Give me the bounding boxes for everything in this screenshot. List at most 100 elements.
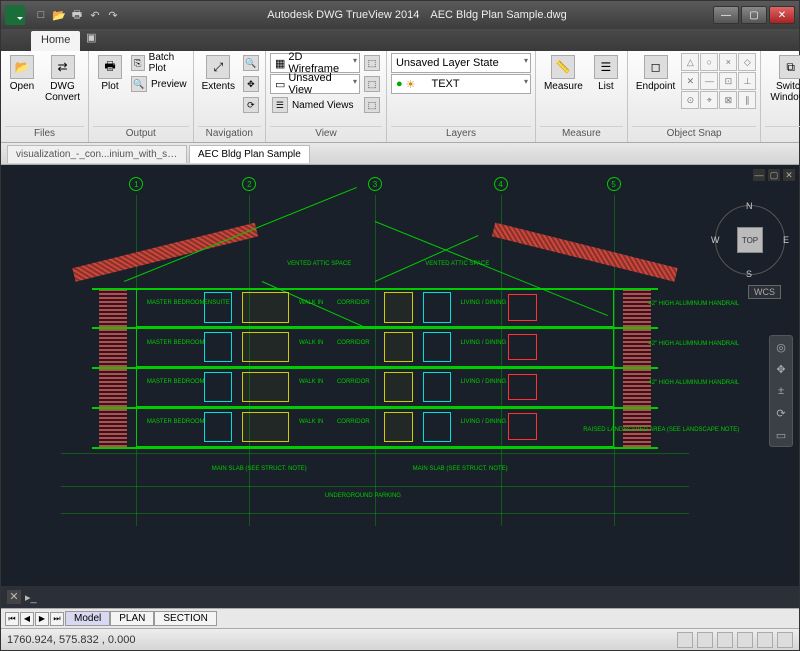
layout-tabs: ⏮ ◀ ▶ ⏭ Model PLAN SECTION <box>1 608 799 628</box>
osnap-mid[interactable]: △ <box>681 53 699 71</box>
nav-pan-icon[interactable]: ✥ <box>773 361 789 377</box>
open-icon: 📂 <box>10 55 34 79</box>
view-tool-3[interactable]: ⬚ <box>362 95 382 115</box>
view-tool-2[interactable]: ⬚ <box>362 74 382 94</box>
osnap-nea[interactable]: ⌖ <box>700 91 718 109</box>
status-workspace-icon[interactable] <box>757 632 773 648</box>
panel-label: Files <box>5 126 84 140</box>
tab-last-icon[interactable]: ⏭ <box>50 612 64 626</box>
grid-bubble-2: 2 <box>242 177 256 191</box>
zoom-icon: 🔍 <box>243 55 259 71</box>
pan-button[interactable]: ✥ <box>241 74 261 94</box>
app-window: □ 📂 🖶 ↶ ↷ Autodesk DWG TrueView 2014 AEC… <box>0 0 800 651</box>
open-button[interactable]: 📂Open <box>5 53 39 94</box>
status-model-icon[interactable] <box>677 632 693 648</box>
panel-view: ▦2D Wireframe ▭Unsaved View ☰Named Views… <box>266 51 387 142</box>
layer-state-dropdown[interactable]: Unsaved Layer State <box>391 53 531 73</box>
panel-label: Object Snap <box>632 126 756 140</box>
ribbon-expand-icon[interactable]: ▣ <box>82 31 100 49</box>
qat-print-icon[interactable]: 🖶 <box>69 7 85 23</box>
batch-plot-button[interactable]: ⎘Batch Plot <box>129 53 189 73</box>
close-button[interactable]: ✕ <box>769 6 795 24</box>
osnap-par[interactable]: ∥ <box>738 91 756 109</box>
endpoint-icon: ◻ <box>644 55 668 79</box>
orbit-icon: ⟳ <box>243 97 259 113</box>
panel-label: User Interface <box>765 126 800 140</box>
qat-redo-icon[interactable]: ↷ <box>105 7 121 23</box>
vp-minimize-icon[interactable]: — <box>753 169 765 181</box>
vp-close-icon[interactable]: ✕ <box>783 169 795 181</box>
list-button[interactable]: ☰List <box>589 53 623 94</box>
osnap-per[interactable]: ⊥ <box>738 72 756 90</box>
status-scale-icon[interactable] <box>737 632 753 648</box>
status-clean-icon[interactable] <box>777 632 793 648</box>
title-text: Autodesk DWG TrueView 2014 AEC Bldg Plan… <box>121 9 713 21</box>
osnap-tan[interactable]: ⊙ <box>681 91 699 109</box>
status-grid-icon[interactable] <box>697 632 713 648</box>
osnap-app[interactable]: ⊠ <box>719 91 737 109</box>
osnap-int[interactable]: ✕ <box>681 72 699 90</box>
tab-plan[interactable]: PLAN <box>110 611 154 626</box>
tab-first-icon[interactable]: ⏮ <box>5 612 19 626</box>
compass-n[interactable]: N <box>746 201 753 211</box>
app-name: Autodesk DWG TrueView 2014 <box>267 9 419 21</box>
compass-w[interactable]: W <box>711 235 720 245</box>
titlebar: □ 📂 🖶 ↶ ↷ Autodesk DWG TrueView 2014 AEC… <box>1 1 799 29</box>
extents-icon: ⤢ <box>206 55 230 79</box>
nav-showmotion-icon[interactable]: ▭ <box>773 427 789 443</box>
measure-button[interactable]: 📏Measure <box>540 53 587 94</box>
qat-open-icon[interactable]: 📂 <box>51 7 67 23</box>
viewport-controls: — ▢ ✕ <box>753 169 795 181</box>
tab-next-icon[interactable]: ▶ <box>35 612 49 626</box>
qat-undo-icon[interactable]: ↶ <box>87 7 103 23</box>
view-tool-1[interactable]: ⬚ <box>362 53 382 73</box>
tab-model[interactable]: Model <box>65 611 110 626</box>
preview-button[interactable]: 🔍Preview <box>129 74 189 94</box>
compass-e[interactable]: E <box>783 235 789 245</box>
tab-prev-icon[interactable]: ◀ <box>20 612 34 626</box>
osnap-ins[interactable]: ⊡ <box>719 72 737 90</box>
vp-maximize-icon[interactable]: ▢ <box>768 169 780 181</box>
dwg-convert-button[interactable]: ⇄DWG Convert <box>41 53 84 105</box>
panel-label: Output <box>93 126 189 140</box>
app-logo[interactable] <box>5 5 25 25</box>
endpoint-button[interactable]: ◻Endpoint <box>632 53 679 94</box>
doc-tab-2[interactable]: AEC Bldg Plan Sample <box>189 145 310 163</box>
view-dropdown[interactable]: ▭Unsaved View <box>270 74 360 94</box>
qat-new-icon[interactable]: □ <box>33 7 49 23</box>
zoom-window-button[interactable]: 🔍 <box>241 53 261 73</box>
view-cube[interactable]: TOP N S E W <box>715 205 785 275</box>
maximize-button[interactable]: ▢ <box>741 6 767 24</box>
nav-wheel-icon[interactable]: ◎ <box>773 339 789 355</box>
command-line[interactable]: ✕ ▸_ <box>1 586 799 608</box>
osnap-ext[interactable]: — <box>700 72 718 90</box>
switch-windows-button[interactable]: ⧉Switch Windows <box>765 53 800 105</box>
minimize-button[interactable]: — <box>713 6 739 24</box>
panel-layers: Unsaved Layer State ●☀TEXT Layers <box>387 51 536 142</box>
layer-dropdown[interactable]: ●☀TEXT <box>391 74 531 94</box>
extents-button[interactable]: ⤢Extents <box>198 53 239 94</box>
orbit-button[interactable]: ⟳ <box>241 95 261 115</box>
doc-tab-1[interactable]: visualization_-_con...inium_with_skyligh… <box>7 145 187 163</box>
cube-top[interactable]: TOP <box>737 227 763 253</box>
panel-osnap: ◻Endpoint △○×◇ ✕—⊡⊥ ⊙⌖⊠∥ Object Snap <box>628 51 761 142</box>
wcs-badge[interactable]: WCS <box>748 285 781 299</box>
osnap-nod[interactable]: × <box>719 53 737 71</box>
status-anno-icon[interactable] <box>717 632 733 648</box>
named-views-button[interactable]: ☰Named Views <box>270 95 360 115</box>
nav-zoom-icon[interactable]: ± <box>773 383 789 399</box>
grid-bubble-1: 1 <box>129 177 143 191</box>
convert-icon: ⇄ <box>51 55 75 79</box>
document-tabs: visualization_-_con...inium_with_skyligh… <box>1 143 799 165</box>
cmd-close-icon[interactable]: ✕ <box>7 590 21 604</box>
file-name: AEC Bldg Plan Sample.dwg <box>430 9 566 21</box>
nav-orbit-icon[interactable]: ⟳ <box>773 405 789 421</box>
ribbon-tab-home[interactable]: Home <box>31 31 80 51</box>
plot-button[interactable]: 🖶Plot <box>93 53 127 94</box>
compass-s[interactable]: S <box>746 269 752 279</box>
drawing-canvas[interactable]: — ▢ ✕ 1 2 3 4 5 VENTED ATTIC SPACE VENTE… <box>1 165 799 586</box>
osnap-qua[interactable]: ◇ <box>738 53 756 71</box>
tab-section[interactable]: SECTION <box>154 611 216 626</box>
visual-style-dropdown[interactable]: ▦2D Wireframe <box>270 53 360 73</box>
osnap-cen[interactable]: ○ <box>700 53 718 71</box>
